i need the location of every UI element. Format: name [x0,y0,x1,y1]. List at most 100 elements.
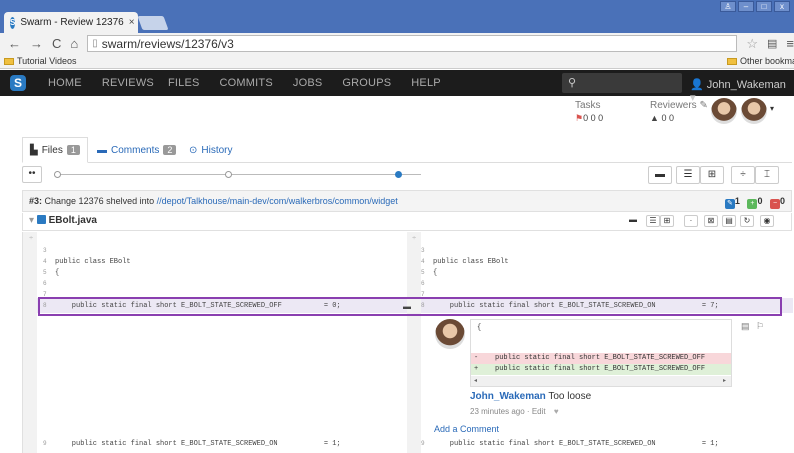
file-download-icon[interactable]: ▤ [722,215,736,227]
comment-task-icon[interactable]: ▤ [741,321,750,332]
bookmark-tutorial-videos[interactable]: Tutorial Videos [4,56,77,66]
tab-history[interactable]: ⊙ History [182,137,240,163]
tab-files-label: Files [41,144,63,156]
context-scrollbar[interactable]: ◂ ▸ [471,376,731,386]
forward-arrow-icon[interactable]: → [30,36,43,51]
context-added-line: + public static final short E_BOLT_STATE… [471,364,731,375]
add-icon: + [747,199,758,209]
comment-author-link[interactable]: John_Wakeman [470,391,546,402]
nav-groups[interactable]: GROUPS [342,77,391,89]
show-whitespace-button[interactable]: ÷ [731,166,755,184]
back-arrow-icon[interactable]: ← [8,36,21,51]
file-refresh-icon[interactable]: ↻ [740,215,754,227]
more-versions-button[interactable]: •• [22,166,42,183]
vote-counts-text: 0 0 [661,113,674,123]
change-number: #3: [29,196,43,206]
slider-track[interactable] [55,174,421,175]
search-input[interactable]: ⚲ [562,73,682,93]
file-inline-icon[interactable]: ☰ [646,215,660,227]
clock-icon: ⊙ [189,144,198,156]
close-tab-icon[interactable]: × [129,17,135,28]
slider-knob-v2[interactable] [225,171,232,178]
edit-icon: ✎ [724,199,735,209]
nav-jobs[interactable]: JOBS [293,77,323,89]
toggle-comments-button[interactable]: ▬ [648,166,672,184]
url-bar[interactable]: ▯ swarm/reviews/12376/v3 [87,35,738,52]
depot-path-link[interactable]: //depot/Talkhouse/main-dev/com/walkerbro… [157,196,398,206]
file-comment-icon[interactable]: ▬ [626,215,640,227]
tab-comments[interactable]: ▬ Comments 2 [90,137,183,163]
flag-icon: ⚑ [575,113,584,123]
collapse-chevron-icon[interactable]: ▾ [29,215,34,226]
left-line-number: 4 [43,258,47,265]
minimize-button[interactable]: – [738,1,754,12]
user-icon[interactable]: ♙ [720,1,736,12]
file-sidebyside-icon[interactable]: ⊞ [660,215,674,227]
like-heart-icon[interactable]: ♥ [554,407,559,416]
expand-icon[interactable]: ÷ [29,235,33,243]
nav-help[interactable]: HELP [411,77,441,89]
left-line-number: 6 [43,280,47,287]
left-line-number: 3 [43,247,47,254]
swarm-logo[interactable]: S [10,75,26,91]
browser-tab[interactable]: S Swarm - Review 12376 × [4,12,138,33]
ignore-whitespace-button[interactable]: ⌶ [755,166,779,184]
tab-files[interactable]: ▙ Files 1 [22,137,88,163]
nav-commits[interactable]: COMMITS [220,77,273,89]
reviewer-avatar[interactable] [711,98,737,124]
file-compare-icon[interactable]: ⊠ [704,215,718,227]
new-tab-button[interactable] [137,16,169,30]
nav-files[interactable]: FILES [168,77,200,89]
right-line-number: 6 [421,280,425,287]
file-edit-icon [36,215,46,224]
slider-knob-v1[interactable] [54,171,61,178]
close-window-button[interactable]: x [774,1,790,12]
review-tabs: ▙ Files 1 ▬ Comments 2 ⊙ History [22,137,792,163]
home-icon[interactable]: ⌂ [70,36,78,51]
vote-up-icon[interactable]: ▲ [650,113,659,123]
nav-reviews[interactable]: REVIEWS [102,77,154,89]
comment-icon: ▬ [97,144,107,156]
right-line-number: 3 [421,247,425,254]
edit-count: 1 [734,196,740,206]
reviewers-label-text: Reviewers [650,100,697,111]
author-avatar[interactable] [741,98,767,124]
maximize-button[interactable]: □ [756,1,772,12]
side-by-side-button[interactable]: ⊞ [700,166,724,184]
comment-code-context: { - public static final short E_BOLT_STA… [470,319,732,387]
search-icon: ⚲ [568,77,577,89]
tasks-label: Tasks [575,100,601,111]
files-count-badge: 1 [66,145,80,155]
delete-icon: − [769,199,780,209]
file-view-icon[interactable]: ◉ [760,215,774,227]
file-dot-icon[interactable]: · [684,215,698,227]
person-icon: 👤 [690,79,704,91]
comment-flag-icon[interactable]: ⚐ [756,321,764,332]
window-controls: ♙ – □ x [720,1,790,12]
right-code-line: public static final short E_BOLT_STATE_S… [433,440,719,448]
nav-home[interactable]: HOME [48,77,82,89]
extension-icon[interactable]: ▤ [767,37,777,50]
bookmark-star-icon[interactable]: ☆ [746,36,758,52]
edit-pencil-icon[interactable]: ✎ [699,100,707,111]
reload-icon[interactable]: C [52,36,61,51]
add-comment-link[interactable]: Add a Comment [434,424,499,434]
chevron-down-icon[interactable]: ▾ [770,104,774,113]
comment-body: John_Wakeman Too loose [470,391,591,402]
expand-icon-right[interactable]: ÷ [412,235,416,243]
folder-icon [727,58,737,65]
bookmark-other[interactable]: Other bookmarks [727,56,794,66]
file-header[interactable]: ▾ EBolt.java [22,213,792,231]
menu-icon[interactable]: ≡ [786,36,794,51]
slider-knob-v3[interactable] [395,171,402,178]
page-icon: ▯ [92,38,98,49]
inline-diff-button[interactable]: ☰ [676,166,700,184]
left-line-number: 5 [43,269,47,276]
tab-comments-label: Comments [111,144,160,156]
context-line: { [477,324,482,332]
task-counts: ⚑0 0 0 [575,113,603,124]
commenter-avatar [435,319,465,349]
swarm-favicon-icon: S [10,16,16,29]
change-text: Change 12376 shelved into [44,196,155,206]
comment-meta: 23 minutes ago · Edit ♥ [470,407,559,416]
